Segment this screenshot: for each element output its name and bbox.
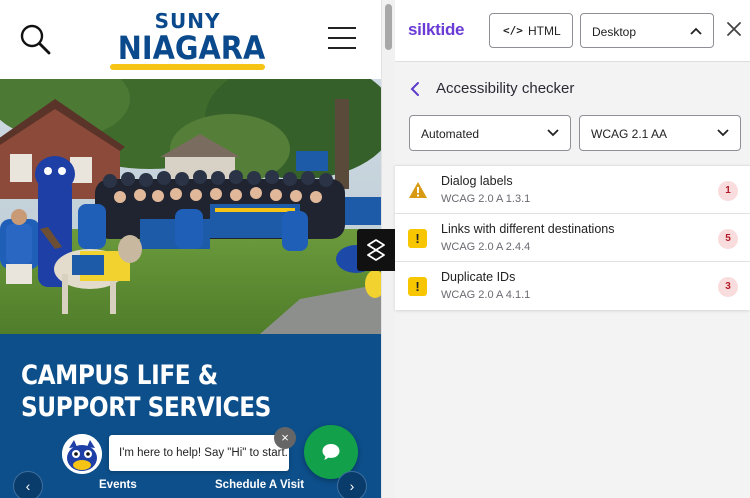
chevron-up-icon: [690, 27, 702, 35]
website-preview: SUNY NIAGARA: [0, 0, 381, 498]
carousel-prev-button[interactable]: ‹: [13, 471, 43, 498]
exclamation-square-icon: !: [408, 229, 427, 248]
back-chevron-icon[interactable]: [408, 80, 422, 98]
quick-link-events[interactable]: Events: [99, 479, 137, 491]
issue-title: Dialog labels: [441, 174, 513, 188]
issue-criterion: WCAG 2.0 A 2.4.4: [441, 241, 530, 253]
suny-niagara-logo[interactable]: SUNY NIAGARA: [110, 10, 265, 70]
hamburger-menu-icon[interactable]: [328, 27, 356, 49]
search-icon[interactable]: [18, 22, 52, 56]
device-select-value: Desktop: [592, 25, 636, 39]
panel-toolbar: silktide </> HTML Desktop: [395, 0, 750, 62]
issue-count-badge: 3: [718, 277, 738, 297]
chat-greeting-bubble[interactable]: I'm here to help! Say "Hi" to start.: [109, 435, 289, 471]
chat-mascot-avatar[interactable]: [62, 434, 102, 474]
silktide-logo-icon: [366, 239, 386, 261]
code-icon: </>: [503, 24, 523, 37]
issue-criterion: WCAG 2.0 A 1.3.1: [441, 193, 530, 205]
logo-underline: [110, 64, 265, 70]
site-header: SUNY NIAGARA: [0, 0, 381, 79]
screen: SUNY NIAGARA: [0, 0, 750, 498]
silktide-brand-logo: silktide: [408, 20, 464, 40]
section-heading: CAMPUS LIFE & SUPPORT SERVICES: [21, 360, 279, 424]
silktide-panel: silktide </> HTML Desktop: [395, 0, 750, 498]
issue-count-badge: 5: [718, 229, 738, 249]
issue-criterion: WCAG 2.0 A 4.1.1: [441, 289, 530, 301]
html-button-label: HTML: [528, 24, 561, 38]
chat-close-icon[interactable]: ×: [274, 427, 296, 449]
wcag-level-value: WCAG 2.1 AA: [591, 127, 667, 141]
carousel-next-button[interactable]: ›: [337, 471, 367, 498]
page-title: Accessibility checker: [436, 80, 574, 97]
issue-title: Duplicate IDs: [441, 270, 515, 284]
scrollbar-thumb[interactable]: [385, 4, 392, 50]
wcag-level-select[interactable]: WCAG 2.1 AA: [579, 115, 741, 151]
warning-triangle-icon: [408, 181, 428, 199]
test-mode-select[interactable]: Automated: [409, 115, 571, 151]
exclamation-square-icon: !: [408, 277, 427, 296]
chevron-down-icon: [717, 129, 729, 137]
issue-list: Dialog labels WCAG 2.0 A 1.3.1 1 ! Links…: [395, 165, 750, 310]
issue-title: Links with different destinations: [441, 222, 614, 236]
logo-niagara-text: NIAGARA: [118, 32, 258, 64]
test-mode-value: Automated: [421, 127, 479, 141]
panel-nav: Accessibility checker: [395, 62, 750, 116]
silktide-toggle-button[interactable]: [357, 229, 395, 271]
issue-item-links-destinations[interactable]: ! Links with different destinations WCAG…: [395, 214, 750, 262]
hero-photo: [0, 79, 381, 334]
issue-count-badge: 1: [718, 181, 738, 201]
close-icon[interactable]: [724, 19, 744, 39]
chevron-down-icon: [547, 129, 559, 137]
issue-item-dialog-labels[interactable]: Dialog labels WCAG 2.0 A 1.3.1 1: [395, 166, 750, 214]
chat-bubble-icon: [321, 442, 341, 462]
quick-link-schedule-visit[interactable]: Schedule A Visit: [215, 479, 304, 491]
html-view-button[interactable]: </> HTML: [489, 13, 573, 48]
issue-item-duplicate-ids[interactable]: ! Duplicate IDs WCAG 2.0 A 4.1.1 3: [395, 262, 750, 310]
device-select[interactable]: Desktop: [580, 13, 714, 48]
